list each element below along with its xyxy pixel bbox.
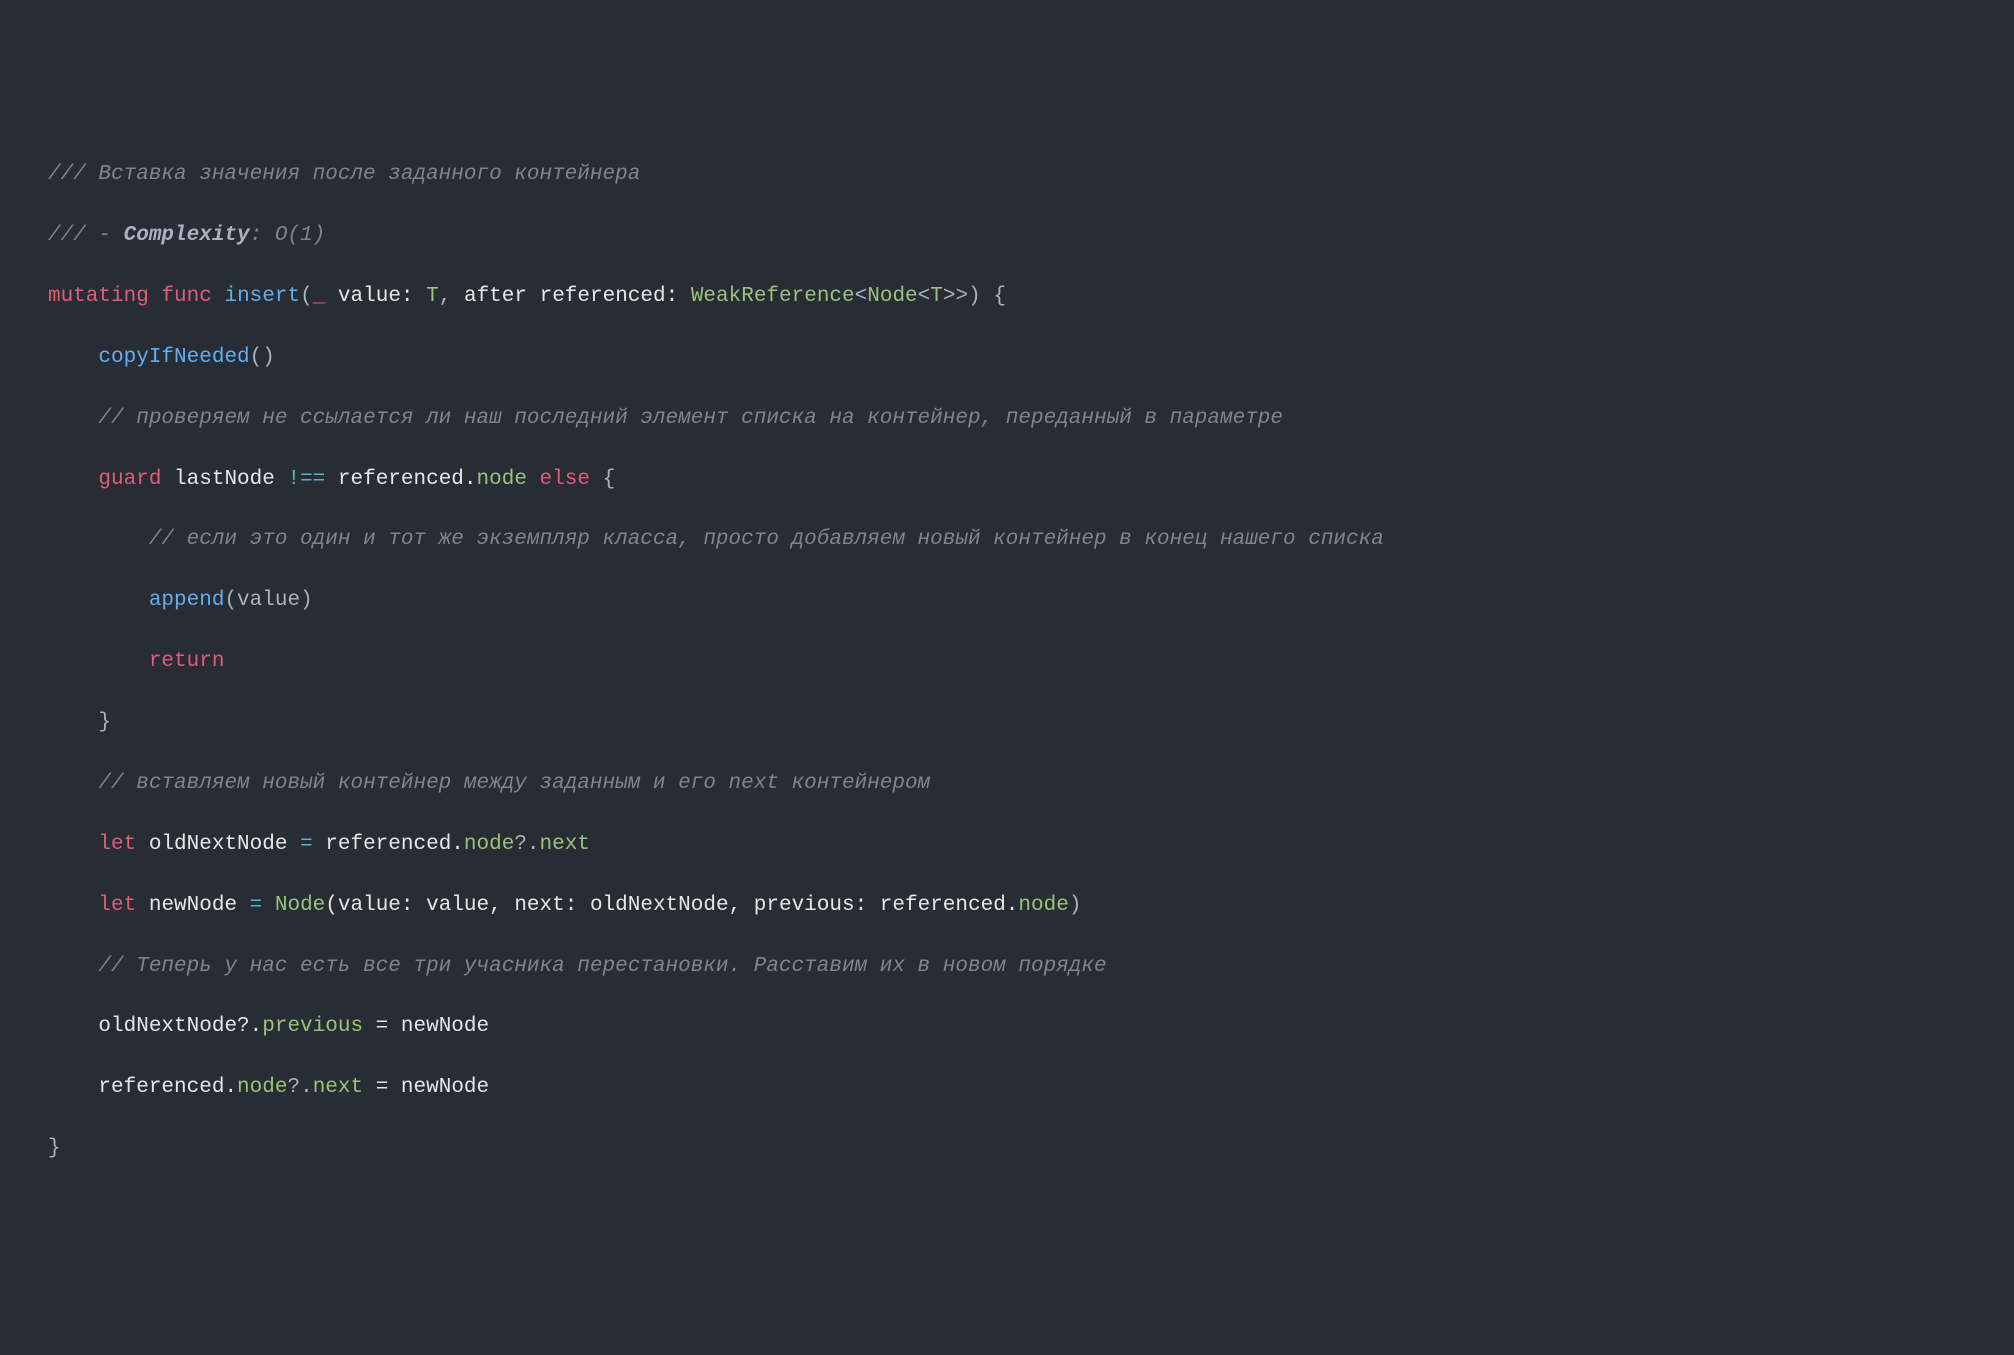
paren-close: )	[1069, 894, 1082, 917]
paren-brace: ) {	[968, 285, 1006, 308]
angle-open: <	[855, 285, 868, 308]
function-name: insert	[224, 285, 300, 308]
code-line: let oldNextNode = referenced.node?.next	[0, 830, 2014, 860]
property: next	[540, 833, 590, 856]
param-label: after	[464, 285, 527, 308]
brace-close: }	[48, 1137, 61, 1160]
property: node	[477, 468, 527, 491]
operator: =	[300, 833, 313, 856]
code-line: /// Вставка значения после заданного кон…	[0, 160, 2014, 190]
doc-comment: /// -	[48, 224, 124, 247]
identifier: referenced.	[325, 468, 476, 491]
code-line: }	[0, 708, 2014, 738]
identifier: oldNextNode	[136, 833, 300, 856]
comma: ,	[439, 285, 464, 308]
assignment: = newNode	[363, 1076, 489, 1099]
space	[527, 468, 540, 491]
comment: // проверяем не ссылается ли наш последн…	[98, 407, 1283, 430]
identifier: oldNextNode?.	[98, 1015, 262, 1038]
brace-close: }	[98, 711, 111, 734]
operator: !==	[287, 468, 325, 491]
code-line: oldNextNode?.previous = newNode	[0, 1012, 2014, 1042]
keyword-mutating: mutating	[48, 285, 149, 308]
space	[262, 894, 275, 917]
underscore: _	[313, 285, 326, 308]
property: node	[464, 833, 514, 856]
parens: ()	[250, 346, 275, 369]
args: (value: value, next: oldNextNode, previo…	[325, 894, 1018, 917]
optional-chain: ?.	[287, 1076, 312, 1099]
assignment: = newNode	[363, 1015, 489, 1038]
identifier: referenced.	[98, 1076, 237, 1099]
angle-close: >>	[943, 285, 968, 308]
type: Node	[275, 894, 325, 917]
optional-chain: ?.	[514, 833, 539, 856]
code-line: }	[0, 1134, 2014, 1164]
code-line: append(value)	[0, 586, 2014, 616]
keyword-let: let	[98, 894, 136, 917]
property: next	[313, 1076, 363, 1099]
identifier: newNode	[136, 894, 249, 917]
function-call: copyIfNeeded	[98, 346, 249, 369]
space	[212, 285, 225, 308]
property: previous	[262, 1015, 363, 1038]
code-line: // если это один и тот же экземпляр клас…	[0, 525, 2014, 555]
param: value:	[325, 285, 426, 308]
keyword-let: let	[98, 833, 136, 856]
brace-open: {	[590, 468, 615, 491]
type: T	[426, 285, 439, 308]
space	[149, 285, 162, 308]
param: referenced:	[527, 285, 691, 308]
keyword-return: return	[149, 650, 225, 673]
angle-open: <	[918, 285, 931, 308]
comment: // Теперь у нас есть все три учасника пе…	[98, 955, 1106, 978]
keyword-func: func	[161, 285, 211, 308]
type: Node	[867, 285, 917, 308]
keyword-else: else	[540, 468, 590, 491]
function-call: append	[149, 589, 225, 612]
comment: // вставляем новый контейнер между задан…	[98, 772, 930, 795]
code-line: // проверяем не ссылается ли наш последн…	[0, 404, 2014, 434]
identifier: referenced.	[313, 833, 464, 856]
parens: (value)	[224, 589, 312, 612]
code-editor: /// Вставка значения после заданного кон…	[0, 130, 2014, 1195]
code-line: let newNode = Node(value: value, next: o…	[0, 891, 2014, 921]
operator: =	[250, 894, 263, 917]
code-line: referenced.node?.next = newNode	[0, 1073, 2014, 1103]
identifier: lastNode	[161, 468, 287, 491]
code-line: // вставляем новый контейнер между задан…	[0, 769, 2014, 799]
code-line: // Теперь у нас есть все три учасника пе…	[0, 952, 2014, 982]
paren-open: (	[300, 285, 313, 308]
comment: // если это один и тот же экземпляр клас…	[149, 528, 1384, 551]
doc-comment: : O(1)	[250, 224, 326, 247]
doc-comment: /// Вставка значения после заданного кон…	[48, 163, 640, 186]
code-line: copyIfNeeded()	[0, 343, 2014, 373]
property: node	[237, 1076, 287, 1099]
doc-tag: Complexity	[124, 224, 250, 247]
keyword-guard: guard	[98, 468, 161, 491]
type: T	[930, 285, 943, 308]
code-line: guard lastNode !== referenced.node else …	[0, 465, 2014, 495]
code-line: return	[0, 647, 2014, 677]
property: node	[1018, 894, 1068, 917]
code-line: /// - Complexity: O(1)	[0, 221, 2014, 251]
code-line: mutating func insert(_ value: T, after r…	[0, 282, 2014, 312]
type: WeakReference	[691, 285, 855, 308]
